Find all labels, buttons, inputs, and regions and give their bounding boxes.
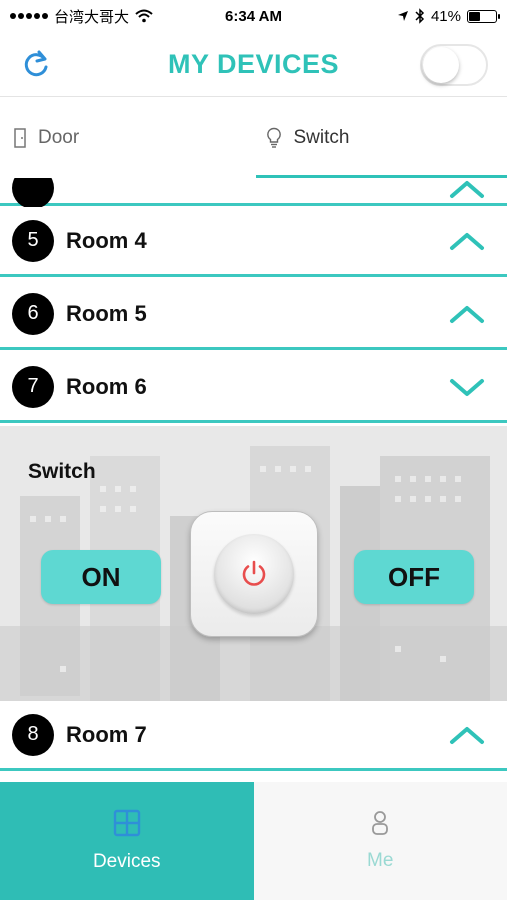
status-right: 41% [397, 7, 500, 25]
location-arrow-icon [397, 11, 408, 21]
tab-door[interactable]: Door [0, 98, 256, 178]
wifi-icon [135, 9, 153, 23]
power-icon [242, 560, 266, 586]
bluetooth-icon [415, 8, 425, 24]
power-button[interactable] [190, 511, 318, 637]
list-item-partial[interactable] [0, 178, 507, 209]
off-button[interactable]: OFF [354, 550, 474, 604]
chevron-up-icon[interactable] [449, 230, 485, 252]
chevron-up-icon [450, 181, 484, 198]
room-number-badge: 6 [12, 292, 54, 335]
grid-icon [113, 809, 140, 837]
chevron-up-icon[interactable] [449, 303, 485, 325]
device-type-tabs: Door Switch [0, 98, 507, 178]
room-name: Room 4 [66, 227, 147, 253]
tab-devices-label: Devices [92, 851, 161, 872]
battery-icon [467, 9, 500, 23]
tab-me[interactable]: Me [253, 782, 507, 900]
status-bar: 台湾大哥大 6:34 AM 41% [0, 0, 507, 32]
tab-switch-label: Switch [293, 127, 350, 148]
signal-icon [10, 13, 48, 19]
rooms-list[interactable]: 5 Room 4 6 Room 5 7 Room 6 Switch ON OFF… [0, 178, 507, 782]
tab-me-label: Me [367, 850, 394, 871]
carrier-label: 台湾大哥大 [54, 8, 130, 26]
refresh-button[interactable] [20, 48, 52, 80]
room-number-badge: 7 [12, 365, 54, 408]
room-name: Room 5 [66, 300, 147, 326]
room-row-7[interactable]: 8 Room 7 [0, 701, 507, 771]
room-name: Room 6 [66, 373, 147, 399]
switch-control-panel: Switch ON OFF [0, 426, 507, 701]
room-row-5[interactable]: 6 Room 5 [0, 280, 507, 350]
battery-percent: 41% [430, 7, 461, 25]
person-icon [372, 811, 389, 835]
toggle-knob [423, 47, 459, 83]
room-name: Room 7 [66, 721, 147, 747]
room-row-4[interactable]: 5 Room 4 [0, 207, 507, 277]
room-number-badge [12, 178, 54, 209]
page-title: MY DEVICES [167, 48, 340, 79]
switch-title: Switch [28, 460, 96, 483]
chevron-up-icon[interactable] [449, 724, 485, 746]
lightbulb-icon [266, 127, 281, 148]
bottom-tab-bar: Devices Me [0, 782, 507, 900]
chevron-down-icon[interactable] [449, 376, 485, 398]
on-button[interactable]: ON [41, 550, 161, 604]
power-toggle[interactable] [420, 44, 488, 86]
room-row-6[interactable]: 7 Room 6 [0, 353, 507, 423]
room-number-badge: 5 [12, 219, 54, 262]
tab-door-label: Door [38, 127, 80, 148]
tab-switch[interactable]: Switch [255, 98, 507, 178]
refresh-icon [24, 50, 48, 77]
room-number-badge: 8 [12, 713, 54, 756]
battery-level-fill [469, 11, 480, 21]
door-icon [14, 128, 26, 148]
nav-bar: MY DEVICES [0, 32, 507, 97]
power-button-face [214, 534, 294, 614]
status-left: 台湾大哥大 [10, 6, 153, 27]
tab-devices[interactable]: Devices [0, 782, 254, 900]
